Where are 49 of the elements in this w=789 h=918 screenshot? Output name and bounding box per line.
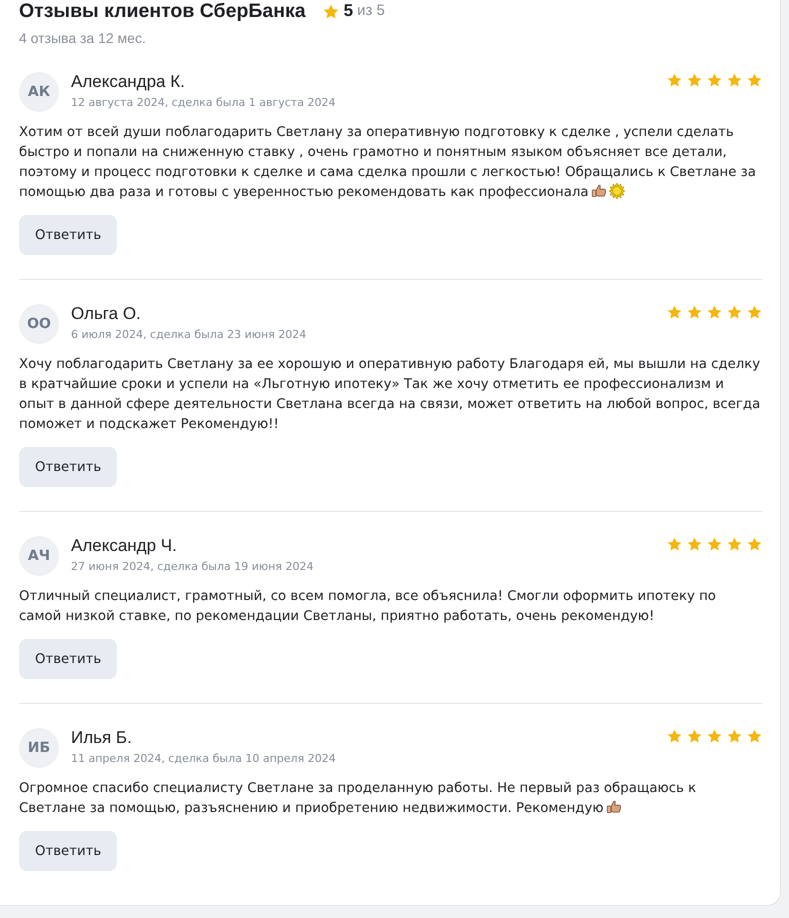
star-icon [727,537,742,551]
author-name: Александра К. [71,72,185,92]
reply-button[interactable]: Ответить [19,215,118,255]
star-icon [667,305,682,319]
review-date: 6 июля 2024, сделка была 23 июня 2024 [71,327,306,343]
star-icon [687,729,702,743]
reply-button[interactable]: Ответить [19,639,118,679]
star-icon [322,4,339,18]
star-icon [707,73,722,87]
star-icon [687,537,702,551]
author-name: Ольга О. [71,304,141,324]
author-name: Илья Б. [71,728,132,748]
star-icon [747,729,762,743]
review-text: Огромное спасибо специалисту Светлане за проделанную работы. Не первый раз обращаюсь к [19,781,696,796]
star-icon [727,305,742,319]
sun-icon [608,183,624,199]
star-icon [687,305,702,319]
page-title: Отзывы клиентов СберБанка [19,0,306,22]
star-icon [747,73,762,87]
star-icon [747,305,762,319]
star-icon [727,729,742,743]
reply-button[interactable]: Ответить [19,831,118,871]
star-icon [667,729,682,743]
star-icon [707,729,722,743]
author-name: Александр Ч. [71,536,177,556]
review-text: помощью два раза и готовы с уверенностью рекомендовать как профессионала [19,185,588,200]
avatar: ОО [19,304,59,344]
star-icon [707,537,722,551]
star-icon [707,305,722,319]
avatar: ИБ [19,728,59,768]
thumbs-up-icon [590,183,606,199]
review-date: 27 июня 2024, сделка была 19 июня 2024 [71,559,314,575]
star-icon [667,537,682,551]
star-icon [687,73,702,87]
review-text: Светлане за помощью, разъяснению и приобретению недвижимости. Рекомендую [19,801,604,816]
review-count: 4 отзыва за 12 мес. [19,29,146,48]
rating-value: 5 [344,1,354,21]
review-date: 11 апреля 2024, сделка была 10 апреля 2024 [71,751,336,767]
review-text: Хочу поблагодарить Светлану за ее хорошую и оперативную работу Благодаря ей, мы вышли на сделку в кратчайшие сроки и успели на «Льготную ипотеку» Так же хочу отметить ее профессионализм и опыт в данной сфере деятельности Светлана всегда на связи, может ответить на любой вопрос, всегда поможет и подскажет Рекомендую!! [19,357,760,432]
thumbs-up-icon [606,799,622,815]
avatar: АЧ [19,536,59,576]
rating-scale: из 5 [357,1,385,21]
review-text: Отличный специалист, грамотный, со всем помогла, все объяснила! Смогли оформить ипотеку по самой низкой ставке, по рекомендации Светланы, приятно работать, очень рекомендую! [19,589,716,624]
review-date: 12 августа 2024, сделка была 1 августа 2024 [71,95,336,111]
avatar: АК [19,72,59,112]
star-icon [747,537,762,551]
reply-button[interactable]: Ответить [19,447,118,487]
star-icon [727,73,742,87]
star-icon [667,73,682,87]
